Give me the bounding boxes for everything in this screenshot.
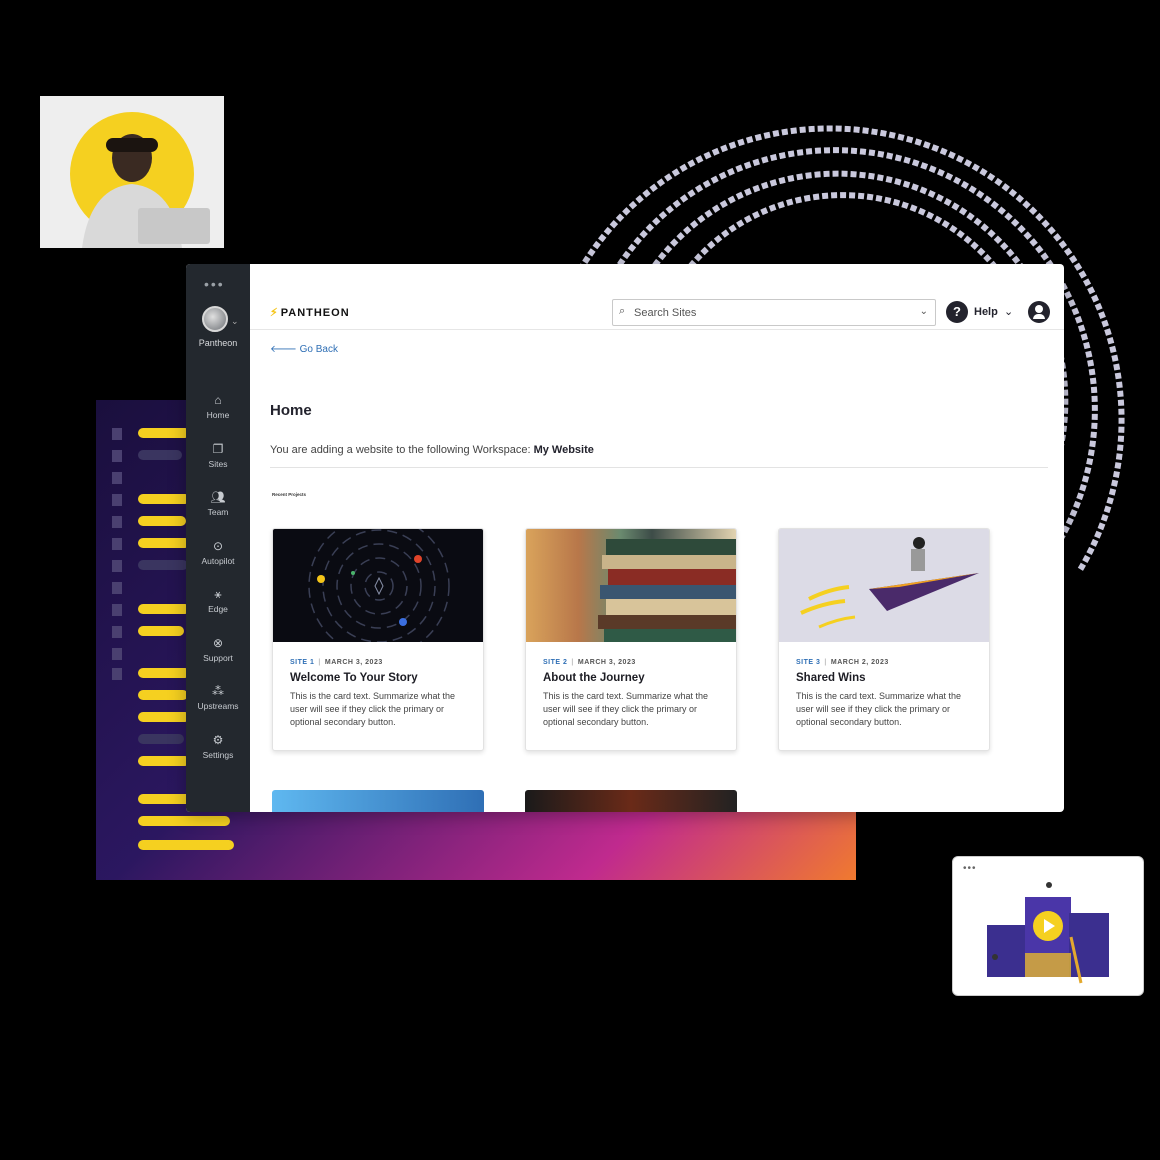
sidebar-item-sites[interactable]: ❐ Sites — [186, 441, 250, 490]
sidebar-nav: ⌂ Home ❐ Sites 👥︎ Team ⊙ Autopilot ⚹ Edg… — [186, 392, 250, 780]
card-date: MARCH 2, 2023 — [830, 659, 889, 666]
org-switcher[interactable]: ⌄ Pantheon — [186, 306, 250, 348]
search-sites-input[interactable]: ⌕ Search Sites ⌄ — [612, 299, 936, 326]
card-site-label: SITE 3 — [796, 659, 821, 666]
help-menu-label[interactable]: Help — [974, 306, 998, 318]
page-title: Home — [270, 402, 312, 419]
logo-text: PANTHEON — [280, 307, 350, 319]
chevron-down-icon[interactable]: ⌄ — [1004, 305, 1013, 318]
sidebar-item-team[interactable]: 👥︎ Team — [186, 489, 250, 538]
card-meta: SITE 3 | MARCH 2, 2023 — [796, 659, 889, 666]
sidebar-item-label: Edge — [208, 604, 228, 614]
upstreams-icon: ⁂ — [212, 684, 224, 698]
play-icon[interactable] — [1033, 911, 1063, 941]
sidebar-item-home[interactable]: ⌂ Home — [186, 392, 250, 441]
pantheon-logo[interactable]: ⚡︎ PANTHEON — [270, 306, 350, 319]
support-icon: ⊗ — [212, 635, 224, 650]
video-preview-card[interactable]: ••• — [952, 856, 1144, 996]
chevron-down-icon: ⌄ — [231, 316, 239, 326]
card-meta: SITE 2 | MARCH 3, 2023 — [543, 659, 636, 666]
card-title: Shared Wins — [796, 672, 866, 684]
sidebar-item-label: Team — [207, 507, 229, 517]
sidebar-item-support[interactable]: ⊗ Support — [186, 635, 250, 684]
card-text: This is the card text. Summarize what th… — [543, 691, 709, 727]
search-placeholder: Search Sites — [634, 307, 697, 319]
card-date: MARCH 3, 2023 — [577, 659, 636, 666]
card-meta: SITE 1 | MARCH 3, 2023 — [290, 659, 383, 666]
project-card-partial[interactable] — [525, 790, 737, 812]
window-dots-icon: ••• — [963, 863, 977, 874]
card-image-books — [526, 529, 736, 642]
search-icon: ⌕ — [619, 305, 626, 317]
home-icon: ⌂ — [214, 393, 222, 407]
sidebar-item-autopilot[interactable]: ⊙ Autopilot — [186, 538, 250, 587]
person-photo-card — [40, 96, 224, 248]
card-text: This is the card text. Summarize what th… — [290, 691, 456, 727]
card-text: This is the card text. Summarize what th… — [796, 691, 962, 727]
project-card-partial[interactable] — [272, 790, 484, 812]
sidebar-item-upstreams[interactable]: ⁂ Upstreams — [186, 683, 250, 732]
help-icon[interactable]: ? — [946, 301, 968, 323]
main-content: 🡐 Go Back Home You are adding a website … — [250, 330, 1064, 812]
team-icon: 👥︎ — [210, 490, 226, 504]
card-site-label: SITE 1 — [290, 659, 315, 666]
sidebar-item-label: Upstreams — [197, 701, 239, 711]
project-card[interactable]: SITE 1 | MARCH 3, 2023 Welcome To Your Sto… — [272, 528, 484, 751]
app-window: ••• ⌄ Pantheon ⌂ Home ❐ Sites 👥︎ Team ⊙ … — [186, 264, 1064, 812]
window-dots-icon: ••• — [204, 276, 225, 292]
sites-icon: ❐ — [212, 441, 224, 456]
sidebar-item-label: Sites — [208, 458, 228, 469]
sidebar-item-label: Autopilot — [201, 555, 235, 566]
card-image-paper-plane — [779, 529, 989, 642]
go-back-link[interactable]: 🡐 Go Back — [270, 343, 338, 355]
sidebar-item-label: Support — [203, 652, 233, 663]
org-label: Pantheon — [198, 338, 238, 348]
divider — [270, 467, 1048, 468]
settings-icon: ⚙ — [212, 732, 224, 747]
project-card[interactable]: SITE 2 | MARCH 3, 2023 About the Journey T… — [525, 528, 737, 751]
card-title: About the Journey — [543, 672, 645, 684]
project-card[interactable]: SITE 3 | MARCH 2, 2023 Shared Wins This is… — [778, 528, 990, 751]
sidebar: ••• ⌄ Pantheon ⌂ Home ❐ Sites 👥︎ Team ⊙ … — [186, 264, 250, 812]
card-date: MARCH 3, 2023 — [324, 659, 383, 666]
edge-icon: ⚹ — [214, 587, 222, 601]
workspace-info: You are adding a website to the followin… — [270, 444, 594, 456]
arrow-left-icon: 🡐 — [270, 344, 297, 355]
recent-projects-label: Recent Projects — [272, 492, 307, 497]
person-with-laptop-image — [70, 112, 210, 248]
top-bar: ⚡︎ PANTHEON ⌕ Search Sites ⌄ ? Help ⌄ — [250, 264, 1064, 330]
org-avatar — [202, 306, 228, 332]
sidebar-item-label: Settings — [202, 749, 234, 760]
user-account-icon[interactable] — [1028, 301, 1050, 323]
autopilot-icon: ⊙ — [212, 538, 224, 553]
sidebar-item-edge[interactable]: ⚹ Edge — [186, 586, 250, 635]
workspace-prefix: You are adding a website to the followin… — [270, 444, 531, 456]
chevron-down-icon: ⌄ — [919, 306, 928, 317]
bolt-icon: ⚡︎ — [270, 307, 279, 319]
workspace-name: My Website — [533, 444, 594, 456]
card-site-label: SITE 2 — [543, 659, 568, 666]
card-title: Welcome To Your Story — [290, 672, 418, 684]
sidebar-item-settings[interactable]: ⚙ Settings — [186, 732, 250, 781]
sidebar-item-label: Home — [206, 410, 230, 420]
go-back-label: Go Back — [299, 344, 338, 355]
card-image-orbits — [273, 529, 483, 642]
